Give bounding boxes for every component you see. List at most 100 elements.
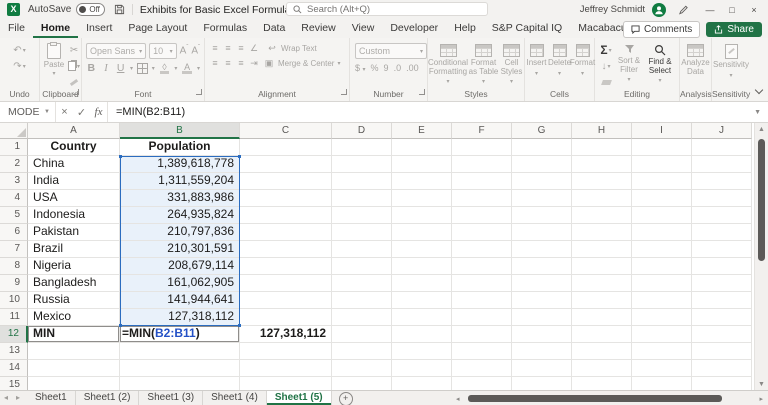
enter-button[interactable]: ✓: [73, 106, 90, 119]
cell-D15[interactable]: [332, 377, 392, 390]
cell-H3[interactable]: [572, 173, 632, 190]
percent-button[interactable]: %: [371, 63, 379, 73]
column-header-H[interactable]: H: [572, 123, 632, 139]
save-icon[interactable]: [114, 4, 125, 15]
cell-A12[interactable]: MIN: [28, 326, 120, 343]
cell-I6[interactable]: [632, 224, 692, 241]
cell-A2[interactable]: China: [28, 156, 120, 173]
row-header-15[interactable]: 15: [0, 377, 28, 390]
cell-A9[interactable]: Bangladesh: [28, 275, 120, 292]
formula-input[interactable]: =MIN(B2:B11): [116, 106, 185, 118]
sensitivity-button[interactable]: Sensitivity ▾: [712, 43, 750, 79]
cell-G15[interactable]: [512, 377, 572, 390]
cell-I9[interactable]: [632, 275, 692, 292]
cell-G8[interactable]: [512, 258, 572, 275]
sheet-nav-left-icon[interactable]: ◂: [0, 391, 12, 405]
cell-H14[interactable]: [572, 360, 632, 377]
cell-C1[interactable]: [240, 139, 332, 156]
cell-D4[interactable]: [332, 190, 392, 207]
cell-B10[interactable]: 141,944,641: [120, 292, 240, 309]
cell-E8[interactable]: [392, 258, 452, 275]
column-header-J[interactable]: J: [692, 123, 752, 139]
cell-A11[interactable]: Mexico: [28, 309, 120, 326]
cell-C2[interactable]: [240, 156, 332, 173]
cell-F1[interactable]: [452, 139, 512, 156]
cell-B13[interactable]: [120, 343, 240, 360]
cell-E3[interactable]: [392, 173, 452, 190]
cell-E2[interactable]: [392, 156, 452, 173]
menu-tab-data[interactable]: Data: [255, 19, 293, 38]
cell-C6[interactable]: [240, 224, 332, 241]
cell-B15[interactable]: [120, 377, 240, 390]
cell-J6[interactable]: [692, 224, 752, 241]
select-all-corner[interactable]: [0, 123, 28, 139]
align-middle-icon[interactable]: ≡: [222, 43, 234, 54]
cell-I7[interactable]: [632, 241, 692, 258]
cell-G11[interactable]: [512, 309, 572, 326]
cell-G1[interactable]: [512, 139, 572, 156]
cell-D9[interactable]: [332, 275, 392, 292]
cell-E11[interactable]: [392, 309, 452, 326]
currency-button[interactable]: $ ▾: [355, 63, 366, 73]
column-header-C[interactable]: C: [240, 123, 332, 139]
row-header-10[interactable]: 10: [0, 292, 28, 309]
cell-E14[interactable]: [392, 360, 452, 377]
cell-B3[interactable]: 1,311,559,204: [120, 173, 240, 190]
cell-E6[interactable]: [392, 224, 452, 241]
cell-J1[interactable]: [692, 139, 752, 156]
scroll-down-icon[interactable]: ▼: [755, 381, 768, 388]
cell-F15[interactable]: [452, 377, 512, 390]
cell-J2[interactable]: [692, 156, 752, 173]
format-painter-button[interactable]: [68, 75, 80, 89]
cell-C8[interactable]: [240, 258, 332, 275]
cell-D8[interactable]: [332, 258, 392, 275]
cell-F11[interactable]: [452, 309, 512, 326]
menu-tab-home[interactable]: Home: [33, 19, 78, 38]
cell-C4[interactable]: [240, 190, 332, 207]
increase-decimal-button[interactable]: .0: [394, 63, 402, 73]
cell-A7[interactable]: Brazil: [28, 241, 120, 258]
format-cells-button[interactable]: Format ▾: [570, 43, 595, 77]
cell-F9[interactable]: [452, 275, 512, 292]
cell-F13[interactable]: [452, 343, 512, 360]
row-header-4[interactable]: 4: [0, 190, 28, 207]
menu-tab-review[interactable]: Review: [293, 19, 343, 38]
row-header-5[interactable]: 5: [0, 207, 28, 224]
sheet-tab-sheet1-4[interactable]: Sheet1 (4): [203, 391, 267, 405]
bold-button[interactable]: B: [86, 62, 97, 74]
cell-C14[interactable]: [240, 360, 332, 377]
cell-H15[interactable]: [572, 377, 632, 390]
cell-F3[interactable]: [452, 173, 512, 190]
column-header-B[interactable]: B: [120, 123, 240, 139]
cell-I14[interactable]: [632, 360, 692, 377]
cell-F7[interactable]: [452, 241, 512, 258]
cell-C11[interactable]: [240, 309, 332, 326]
cell-H2[interactable]: [572, 156, 632, 173]
clipboard-dialog-launcher[interactable]: [73, 89, 79, 95]
cell-I10[interactable]: [632, 292, 692, 309]
cell-D13[interactable]: [332, 343, 392, 360]
cell-H10[interactable]: [572, 292, 632, 309]
analyze-data-button[interactable]: Analyze Data: [680, 43, 711, 76]
cell-J13[interactable]: [692, 343, 752, 360]
row-header-9[interactable]: 9: [0, 275, 28, 292]
cell-A5[interactable]: Indonesia: [28, 207, 120, 224]
menu-tab-s-p-capital-iq[interactable]: S&P Capital IQ: [484, 19, 570, 38]
borders-icon[interactable]: [136, 62, 148, 74]
chevron-down-icon[interactable]: ▼: [44, 109, 55, 115]
fill-button[interactable]: ↓ ▾: [598, 59, 614, 73]
cell-H12[interactable]: [572, 326, 632, 343]
close-button[interactable]: ×: [743, 5, 765, 15]
align-top-icon[interactable]: ≡: [209, 43, 221, 54]
cell-I13[interactable]: [632, 343, 692, 360]
paste-button[interactable]: Paste ▾: [42, 42, 66, 77]
column-header-A[interactable]: A: [28, 123, 120, 139]
cell-A15[interactable]: [28, 377, 120, 390]
cell-G10[interactable]: [512, 292, 572, 309]
cell-I5[interactable]: [632, 207, 692, 224]
cell-F6[interactable]: [452, 224, 512, 241]
scroll-left-icon[interactable]: ◂: [456, 395, 460, 403]
cell-C3[interactable]: [240, 173, 332, 190]
menu-tab-page-layout[interactable]: Page Layout: [120, 19, 195, 38]
cell-J9[interactable]: [692, 275, 752, 292]
